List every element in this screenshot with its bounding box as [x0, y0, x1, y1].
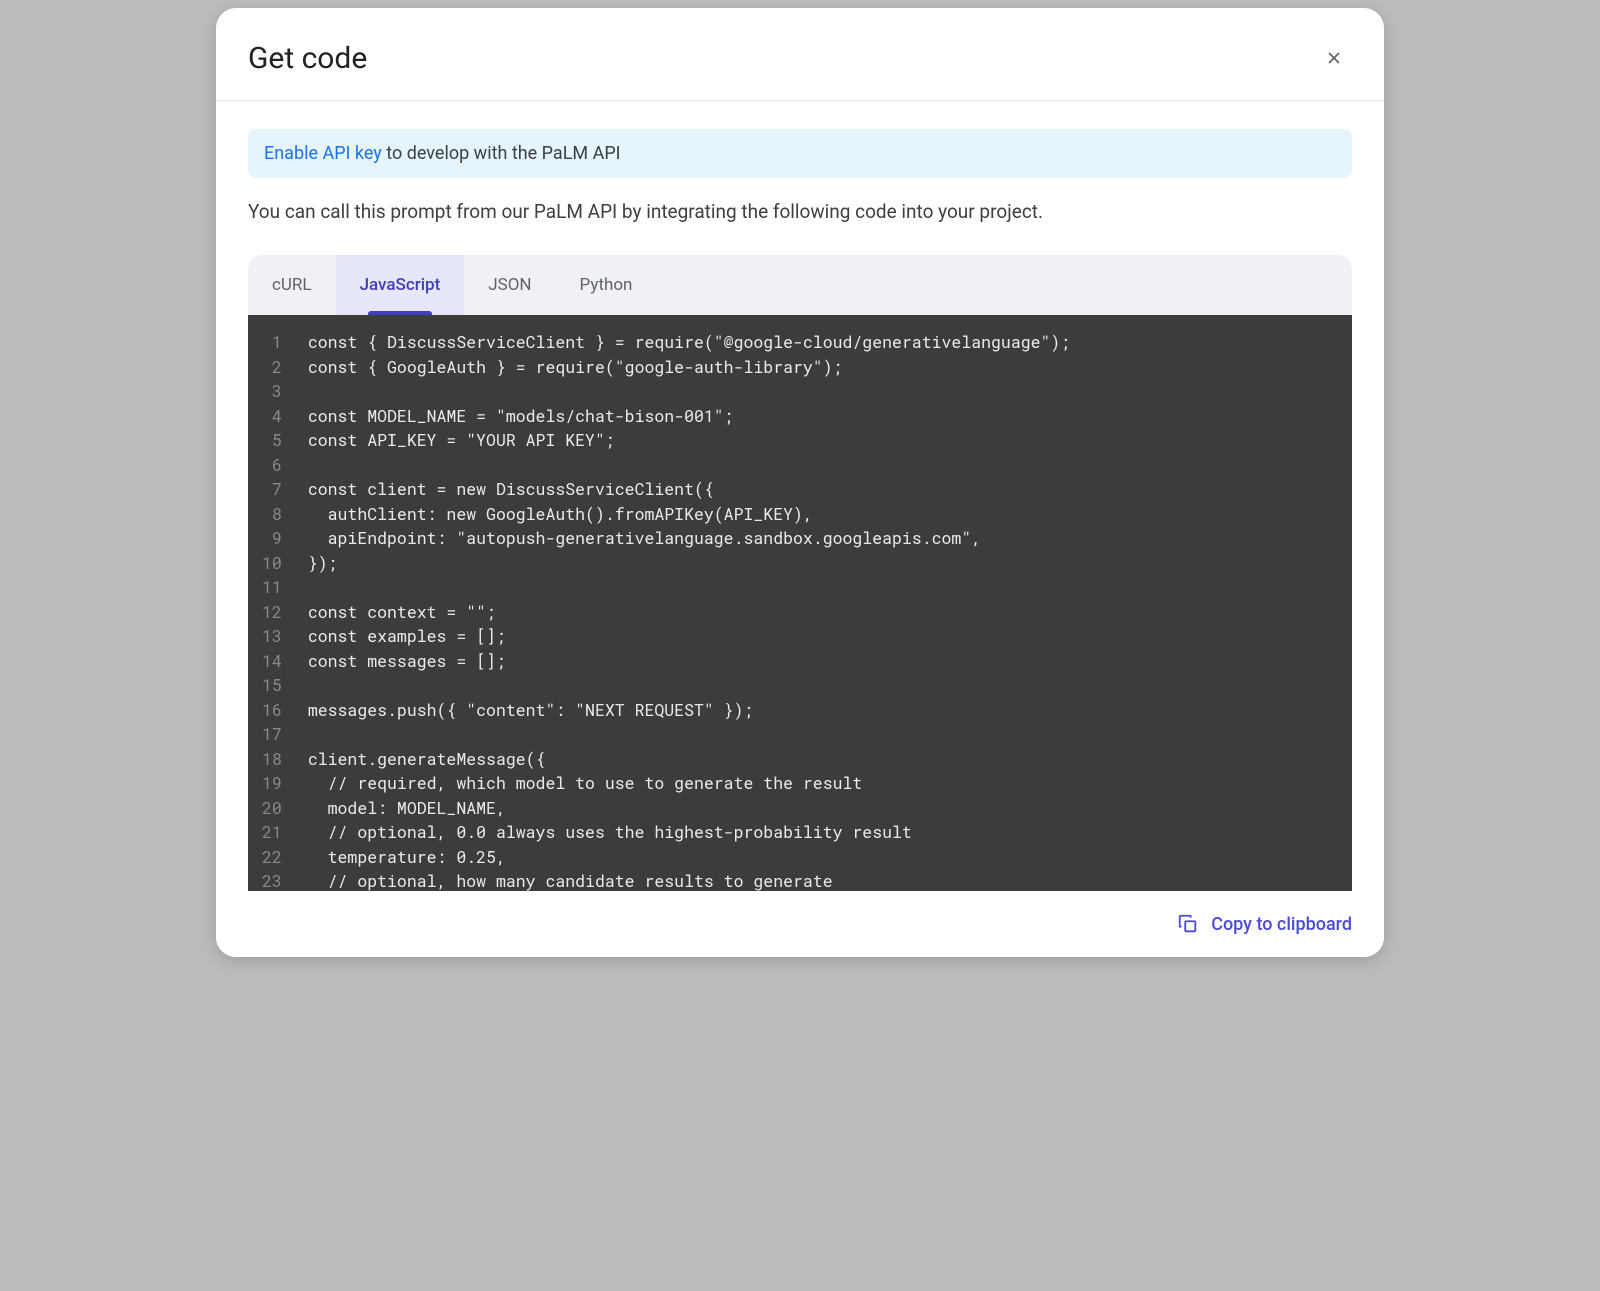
line-numbers: 1 2 3 4 5 6 7 8 9 10 11 12 13 14 15 16 1…	[248, 315, 290, 891]
tabs: cURLJavaScriptJSONPython	[248, 255, 1352, 315]
modal-footer: Copy to clipboard	[216, 891, 1384, 957]
code-container: cURLJavaScriptJSONPython 1 2 3 4 5 6 7 8…	[248, 255, 1352, 891]
enable-api-key-link[interactable]: Enable API key	[264, 143, 382, 164]
copy-to-clipboard-button[interactable]: Copy to clipboard	[1177, 913, 1352, 935]
copy-label: Copy to clipboard	[1211, 914, 1352, 935]
modal-body: Enable API key to develop with the PaLM …	[216, 101, 1384, 891]
copy-icon	[1177, 913, 1199, 935]
modal-title: Get code	[248, 41, 367, 76]
tab-json[interactable]: JSON	[464, 255, 555, 315]
tab-curl[interactable]: cURL	[248, 255, 336, 315]
banner-text-rest: to develop with the PaLM API	[382, 143, 621, 164]
tab-python[interactable]: Python	[556, 255, 657, 315]
modal-header: Get code	[216, 8, 1384, 101]
get-code-modal: Get code Enable API key to develop with …	[216, 8, 1384, 957]
close-icon	[1324, 48, 1344, 68]
close-button[interactable]	[1316, 40, 1352, 76]
info-banner: Enable API key to develop with the PaLM …	[248, 129, 1352, 178]
code-content[interactable]: const { DiscussServiceClient } = require…	[290, 315, 1352, 891]
code-block: 1 2 3 4 5 6 7 8 9 10 11 12 13 14 15 16 1…	[248, 315, 1352, 891]
description-text: You can call this prompt from our PaLM A…	[248, 200, 1352, 223]
tab-javascript[interactable]: JavaScript	[336, 255, 465, 315]
